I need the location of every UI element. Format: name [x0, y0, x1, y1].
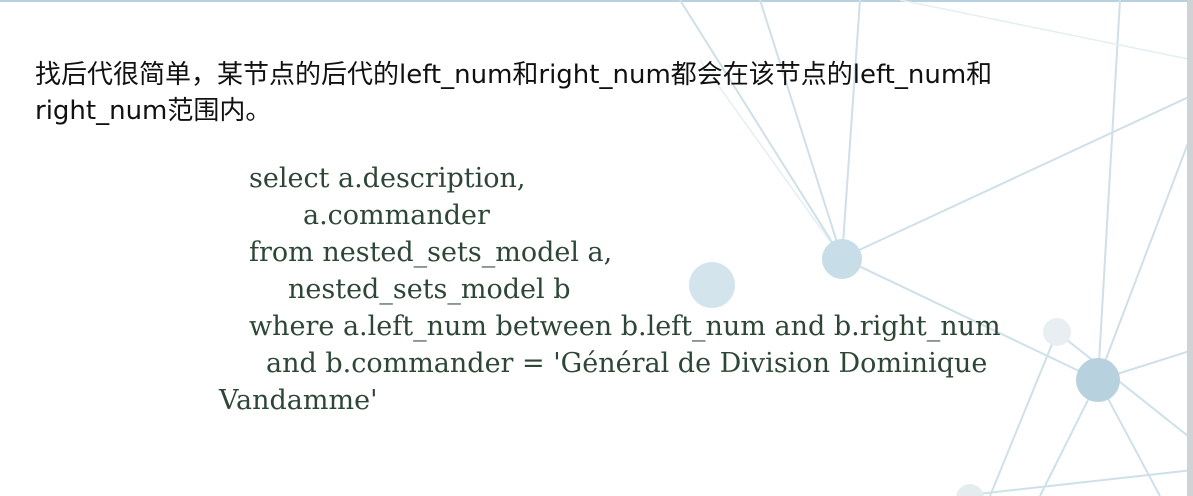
intro-line-2: right_num范围内。 [35, 96, 272, 126]
code-line-5: where a.left_num between b.left_num and … [249, 311, 1001, 342]
code-line-2: a.commander [303, 200, 490, 231]
sql-code-block: select a.description, a.commander from n… [0, 160, 1001, 419]
code-line-3: from nested_sets_model a, [249, 237, 613, 268]
intro-line-1: 找后代很简单，某节点的后代的left_num和right_num都会在该节点的l… [35, 60, 993, 90]
code-line-7: Vandamme' [219, 385, 378, 416]
code-line-6: and b.commander = 'Général de Division D… [266, 348, 988, 379]
code-line-4: nested_sets_model b [288, 274, 571, 305]
intro-paragraph: 找后代很简单，某节点的后代的left_num和right_num都会在该节点的l… [35, 57, 1193, 129]
code-line-1: select a.description, [249, 163, 526, 194]
